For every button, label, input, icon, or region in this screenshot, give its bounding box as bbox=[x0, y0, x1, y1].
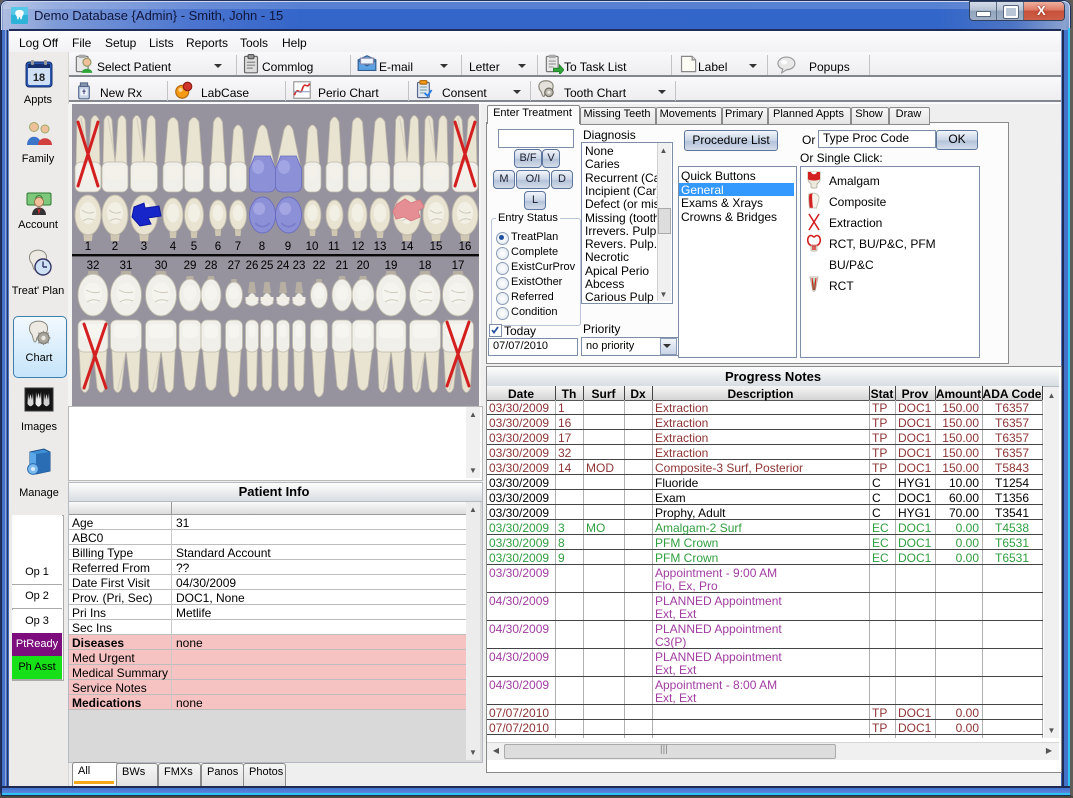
svg-text:20: 20 bbox=[357, 260, 370, 272]
svg-text:14: 14 bbox=[401, 241, 414, 253]
svg-text:28: 28 bbox=[205, 260, 218, 272]
svg-text:27: 27 bbox=[228, 260, 241, 272]
svg-text:7: 7 bbox=[235, 241, 241, 253]
svg-text:10: 10 bbox=[306, 241, 319, 253]
svg-text:29: 29 bbox=[184, 260, 197, 272]
svg-text:5: 5 bbox=[191, 241, 197, 253]
svg-text:4: 4 bbox=[170, 241, 177, 253]
svg-text:1: 1 bbox=[85, 241, 91, 253]
svg-text:11: 11 bbox=[328, 241, 340, 253]
svg-text:8: 8 bbox=[259, 241, 265, 253]
svg-text:23: 23 bbox=[293, 260, 306, 272]
svg-text:9: 9 bbox=[285, 241, 291, 253]
svg-text:32: 32 bbox=[87, 260, 100, 272]
svg-text:2: 2 bbox=[112, 241, 118, 253]
svg-text:16: 16 bbox=[459, 241, 472, 253]
svg-text:18: 18 bbox=[419, 260, 432, 272]
svg-text:18: 18 bbox=[33, 72, 45, 84]
svg-text:19: 19 bbox=[385, 260, 398, 272]
svg-text:31: 31 bbox=[120, 260, 133, 272]
svg-text:17: 17 bbox=[452, 260, 465, 272]
svg-text:6: 6 bbox=[215, 241, 221, 253]
svg-text:3: 3 bbox=[141, 241, 147, 253]
svg-text:26: 26 bbox=[246, 260, 259, 272]
svg-text:21: 21 bbox=[336, 260, 349, 272]
svg-text:12: 12 bbox=[352, 241, 365, 253]
svg-text:13: 13 bbox=[374, 241, 387, 253]
svg-text:24: 24 bbox=[277, 260, 290, 272]
svg-text:22: 22 bbox=[313, 260, 326, 272]
svg-text:25: 25 bbox=[261, 260, 274, 272]
svg-text:15: 15 bbox=[430, 241, 443, 253]
svg-text:30: 30 bbox=[155, 260, 168, 272]
